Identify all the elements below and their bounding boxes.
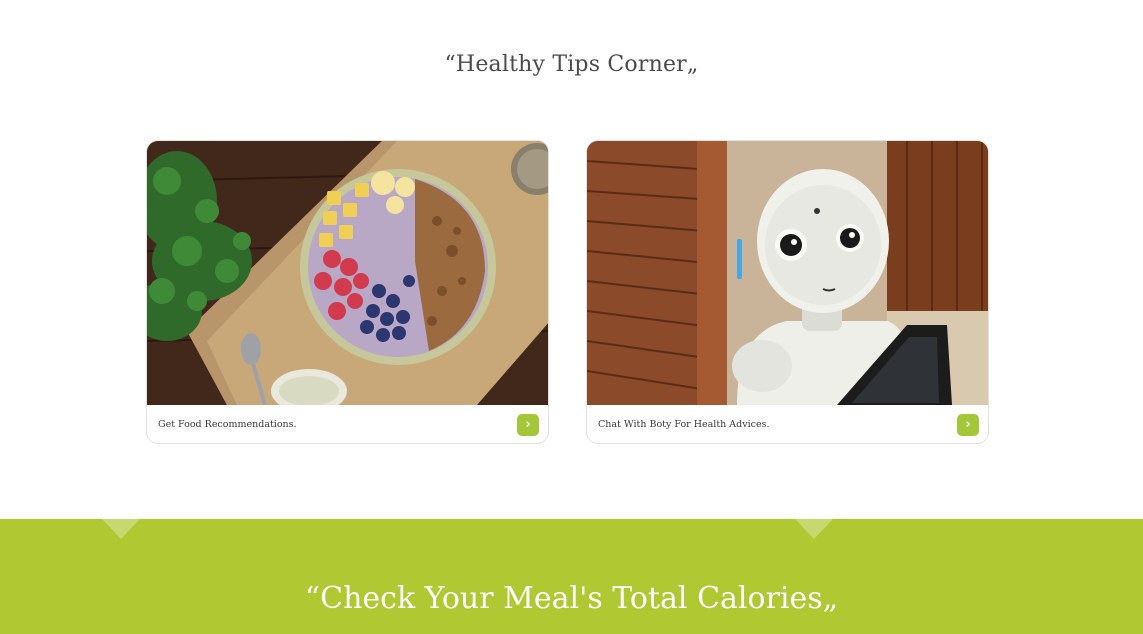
food-recommendations-card[interactable]: Get Food Recommendations. › — [146, 140, 549, 444]
page: “Healthy Tips Corner„ Get Food Recommend… — [0, 0, 1143, 634]
card-footer: Get Food Recommendations. › — [147, 405, 548, 443]
calories-section: “Check Your Meal's Total Calories„ — [0, 519, 1143, 634]
chat-with-boty-button[interactable]: › — [957, 414, 979, 436]
card-label: Get Food Recommendations. — [158, 419, 297, 430]
card-label: Chat With Boty For Health Advices. — [598, 419, 770, 430]
decorative-notch — [795, 519, 833, 539]
robot-photo — [587, 141, 988, 405]
section-title-calories: “Check Your Meal's Total Calories„ — [304, 581, 839, 616]
decorative-notch — [102, 519, 140, 539]
chevron-right-icon: › — [525, 417, 531, 432]
card-footer: Chat With Boty For Health Advices. › — [587, 405, 988, 443]
acai-bowl-photo — [147, 141, 548, 405]
chevron-right-icon: › — [965, 417, 971, 432]
chat-with-boty-card[interactable]: Chat With Boty For Health Advices. › — [586, 140, 989, 444]
section-title-healthy-tips: “Healthy Tips Corner„ — [444, 52, 699, 77]
food-recommendations-button[interactable]: › — [517, 414, 539, 436]
